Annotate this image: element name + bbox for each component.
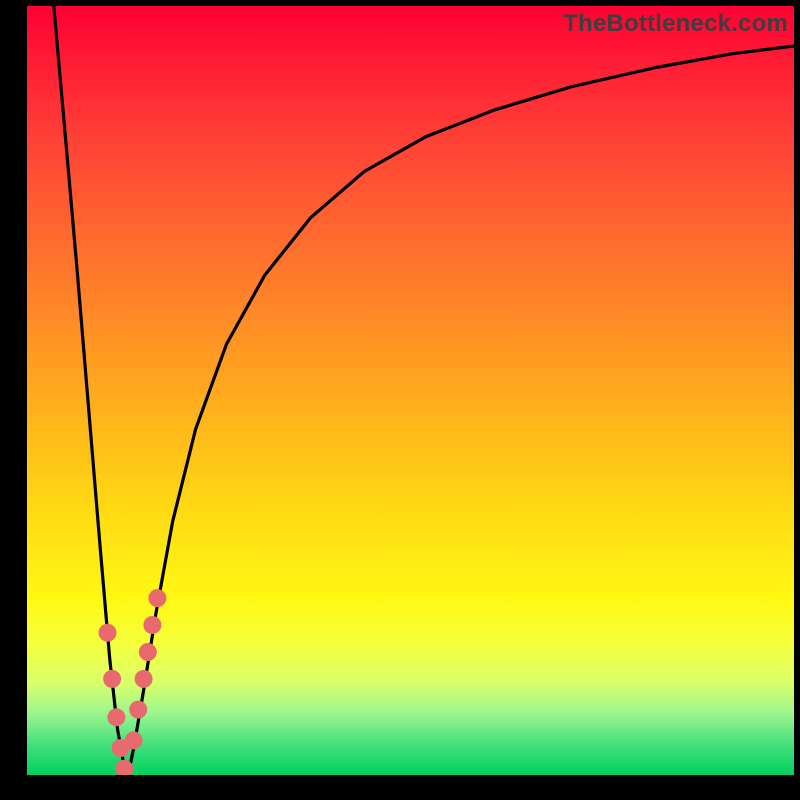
highlight-dot (99, 624, 117, 642)
curve-left-branch (54, 6, 128, 775)
highlight-dot (125, 731, 143, 749)
chart-frame: TheBottleneck.com (0, 0, 800, 800)
highlight-dot (103, 670, 121, 688)
highlight-dot (143, 616, 161, 634)
plot-area: TheBottleneck.com (27, 6, 794, 775)
highlight-dot (148, 589, 166, 607)
highlight-dot (129, 701, 147, 719)
highlight-dot (139, 643, 157, 661)
curve-layer (27, 6, 794, 775)
highlight-dot (135, 670, 153, 688)
curve-right-branch (128, 46, 794, 775)
highlight-dots (99, 589, 167, 775)
highlight-dot (107, 708, 125, 726)
